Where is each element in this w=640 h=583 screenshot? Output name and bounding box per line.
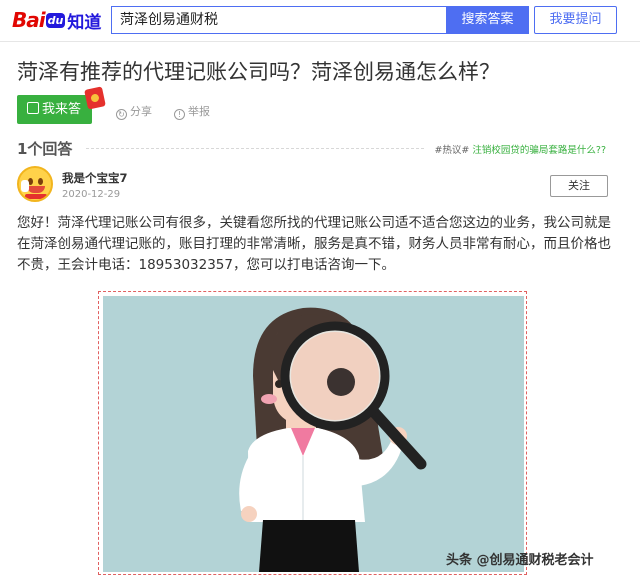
watermark: 头条 @创易通财税老会计 <box>446 553 594 568</box>
logo-du-badge: du <box>45 12 66 28</box>
logo-bai-text: Bai <box>12 8 46 32</box>
avatar[interactable] <box>17 166 53 202</box>
question-title: 菏泽有推荐的代理记账公司吗？菏泽创易通怎么样？ <box>17 60 500 84</box>
baidu-zhidao-logo[interactable]: Bai du 知道 <box>12 6 101 34</box>
answer-text: 您好！菏泽代理记账公司有很多，关键看您所找的代理记账公司适不适合您这边的业务，我… <box>17 215 611 273</box>
answer-image[interactable] <box>98 291 527 575</box>
answer-date: 2020-12-29 <box>62 189 121 200</box>
edit-icon <box>27 102 39 114</box>
report-button[interactable]: ! 举报 <box>174 103 210 120</box>
user-name[interactable]: 我是个宝宝7 <box>62 170 128 186</box>
top-header: Bai du 知道 菏泽创易通财税 搜索答案 我要提问 <box>0 0 640 42</box>
hot-topic[interactable]: #热议# 注销校园贷的骗局套路是什么?? <box>434 142 606 156</box>
answer-button-label: 我来答 <box>42 102 82 117</box>
share-label: 分享 <box>130 105 152 118</box>
search-answer-button[interactable]: 搜索答案 <box>446 6 529 34</box>
logo-zhidao-text: 知道 <box>67 12 102 33</box>
hot-topic-link[interactable]: 注销校园贷的骗局套路是什么?? <box>472 145 606 156</box>
follow-button[interactable]: 关注 <box>550 175 608 197</box>
share-button[interactable]: ↻ 分享 <box>116 103 152 120</box>
search-input[interactable]: 菏泽创易通财税 <box>111 6 446 34</box>
woman-magnifier-illustration <box>103 296 524 572</box>
report-label: 举报 <box>188 105 210 118</box>
ask-question-button[interactable]: 我要提问 <box>534 6 617 34</box>
divider <box>86 148 424 149</box>
answer-count: 1个回答 <box>17 140 73 158</box>
warning-icon: ! <box>174 109 185 120</box>
red-packet-icon[interactable] <box>84 86 106 110</box>
answer-button[interactable]: 我来答 <box>17 95 92 124</box>
share-icon: ↻ <box>116 109 127 120</box>
hot-topic-tag: #热议# <box>434 145 470 156</box>
